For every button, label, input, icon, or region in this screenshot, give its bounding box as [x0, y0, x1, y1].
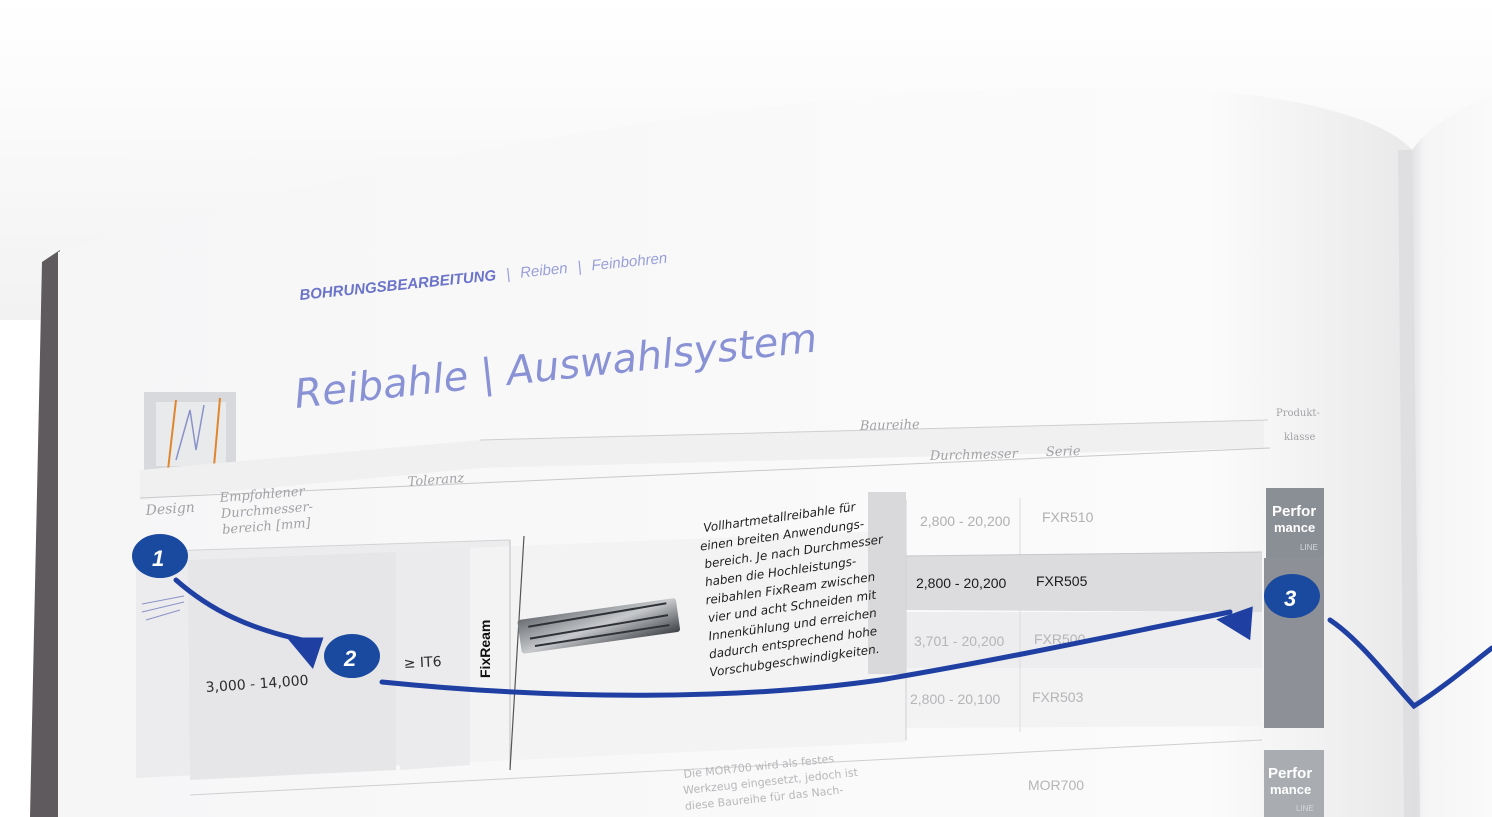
marker-3-label: 3: [1284, 586, 1296, 611]
badge-1-line1: Perfor: [1272, 503, 1316, 520]
col-class-line2: klasse: [1284, 432, 1315, 443]
badge-2-line3: LINE: [1296, 804, 1314, 813]
class-badge-2: Perfor mance LINE: [1264, 750, 1324, 817]
badge-1-line2: mance: [1274, 520, 1315, 535]
row-tolerance-group: ≥ IT6: [403, 654, 442, 672]
row-brand-group: FixReam: [477, 620, 493, 678]
right-page: [1412, 95, 1492, 817]
col-series-diameter-label: Durchmesser: [929, 447, 1019, 464]
series-1-name: FXR510: [1042, 509, 1094, 525]
svg-text:Empfohlener Durchmesse: Empfohlener Durchmesser- bereich [mm]: [218, 483, 319, 538]
series-3-diameter: 3,701 - 20,200: [914, 633, 1005, 649]
design-thumbnail: [144, 392, 236, 472]
class-badge-1: Perfor mance LINE: [1266, 488, 1324, 558]
row-tolerance: ≥ IT6: [403, 654, 442, 672]
series-4-name: FXR503: [1032, 689, 1084, 705]
marker-2: 2: [324, 634, 380, 678]
col-series-group-label: Baureihe: [859, 417, 920, 434]
series-next-name: MOR700: [1028, 777, 1084, 793]
series-row-2: 2,800 - 20,200 FXR505: [916, 573, 1088, 591]
row-brand: FixReam: [477, 620, 493, 678]
series-2-name: FXR505: [1036, 573, 1088, 589]
catalog-page-svg: BOHRUNGSBEARBEITUNG | Reiben | Feinbohre…: [30, 87, 1492, 817]
catalog-photo-scene: BOHRUNGSBEARBEITUNG | Reiben | Feinbohre…: [0, 0, 1492, 817]
col-series-group-header: Baureihe: [859, 417, 920, 434]
series-1-diameter: 2,800 - 20,200: [920, 513, 1011, 529]
marker-1-label: 1: [152, 546, 164, 571]
col-series-name-header: Serie: [1046, 444, 1081, 460]
series-row-4: 2,800 - 20,100 FXR503: [910, 689, 1084, 707]
marker-2-label: 2: [343, 646, 357, 671]
series-4-diameter: 2,800 - 20,100: [910, 691, 1001, 707]
col-series-name-label: Serie: [1046, 444, 1081, 460]
badge-2-line1: Perfor: [1268, 765, 1312, 782]
series-2-diameter: 2,800 - 20,200: [916, 575, 1007, 591]
badge-2-line2: mance: [1270, 782, 1311, 797]
badge-1-line3: LINE: [1300, 543, 1318, 552]
col-class-line1: Produkt-: [1276, 408, 1320, 419]
marker-1: 1: [132, 534, 188, 578]
book-cover-edge: [30, 250, 60, 817]
header-sep2: |: [577, 258, 583, 275]
col-series-diameter-header: Durchmesser: [929, 447, 1019, 464]
header-sep1: |: [505, 266, 511, 283]
col-diameter-header: Empfohlener Durchmesser- bereich [mm]: [218, 483, 319, 538]
series-row-next: MOR700: [1028, 777, 1084, 793]
marker-3: 3: [1264, 574, 1320, 618]
